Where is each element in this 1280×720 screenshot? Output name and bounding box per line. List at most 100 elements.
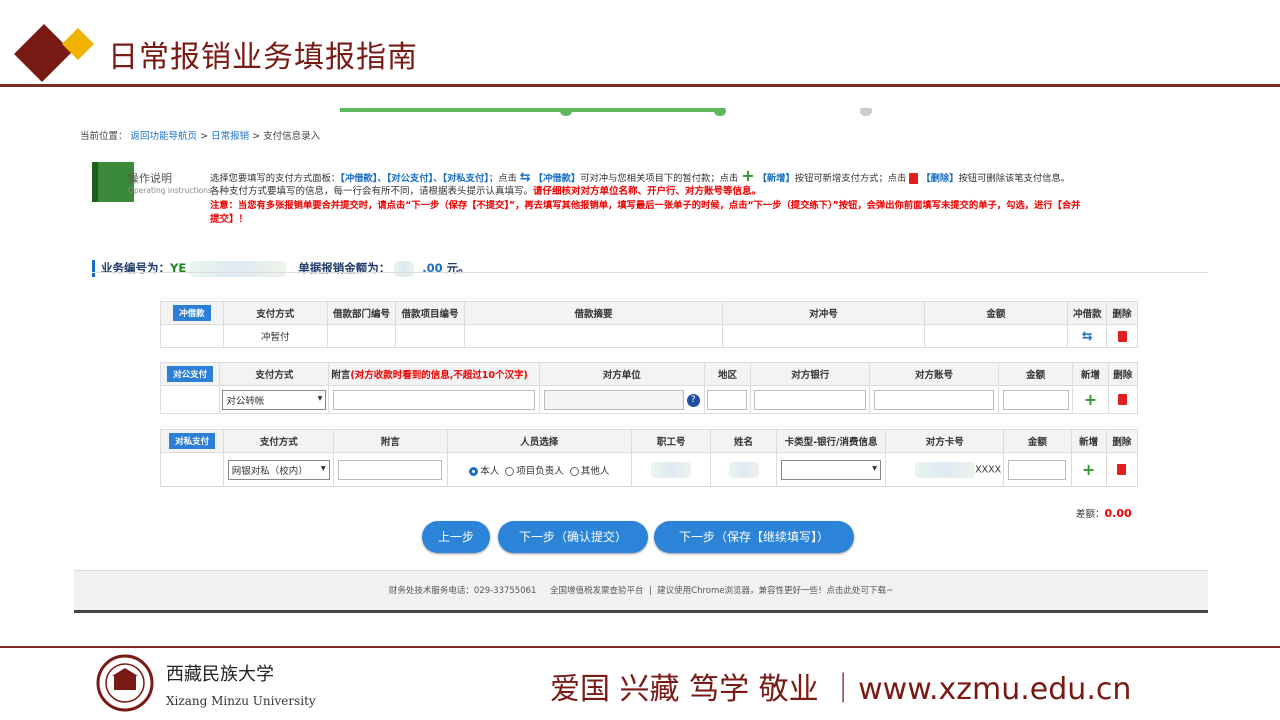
breadcrumb-sep: > — [200, 131, 209, 142]
slide-logo-diamonds — [14, 24, 94, 82]
col-header: 新增 — [1070, 429, 1107, 453]
bank-input[interactable] — [754, 389, 867, 410]
radio-self[interactable] — [469, 466, 479, 476]
col-header: 对方账号 — [869, 362, 999, 386]
amount-input[interactable] — [1002, 389, 1069, 410]
progress-step-dot — [860, 108, 872, 116]
next-save-button[interactable]: 下一步（保存【继续填写】） — [654, 521, 854, 553]
col-header: 对方单位 — [538, 362, 705, 386]
help-line-3: 注意：当您有多张报销单要合并提交时，请点击“下一步（保存【不提交】”，再去填写其… — [210, 200, 1081, 211]
progress-step-dot — [560, 108, 572, 116]
breadcrumb-section-link[interactable]: 日常报销 — [211, 131, 249, 142]
private-tag[interactable]: 对私支付 — [169, 433, 216, 449]
breadcrumb-home-link[interactable]: 返回功能导航页 — [131, 131, 198, 142]
chevron-down-icon: ▾ — [320, 462, 326, 474]
card-tail: XXXX — [975, 464, 1002, 475]
table-row: 冲暂付 ⇆ — [160, 324, 1138, 348]
col-header: 删除 — [1105, 429, 1139, 453]
difference: 差额：0.00 — [1076, 507, 1132, 520]
memo-hint: (对方收款时看到的信息,不超过10个汉字) — [350, 370, 528, 381]
col-header: 姓名 — [710, 429, 777, 453]
help-line-2: 各种支付方式要填写的信息，每一行会有所不同，请根据表头提示认真填写。请仔细核对对… — [210, 186, 762, 197]
page-footer: 财务处技术服务电话：029-33755061 全国增值税发票查验平台 | 建议使… — [74, 570, 1208, 610]
col-header: 卡类型-银行/消费信息 — [775, 429, 887, 453]
col-header: 金额 — [1003, 429, 1072, 453]
region-input[interactable] — [707, 389, 748, 410]
university-english-name: Xizang Minzu University — [166, 694, 316, 708]
radio-other[interactable] — [569, 466, 579, 476]
chevron-down-icon: ▾ — [872, 462, 878, 474]
account-input[interactable] — [873, 389, 994, 410]
col-header-memo: 附言(对方收款时看到的信息,不超过10个汉字) — [328, 362, 540, 386]
breadcrumb: 当前位置： 返回功能导航页 > 日常报销 > 支付信息录入 — [80, 128, 320, 142]
col-header: 地区 — [703, 362, 752, 386]
radio-self-label: 本人 — [480, 465, 500, 477]
col-header: 删除 — [1107, 362, 1139, 386]
breadcrumb-current: 支付信息录入 — [263, 131, 321, 142]
col-header: 对冲号 — [722, 301, 925, 325]
card-type-select[interactable]: ▾ — [781, 459, 882, 480]
redacted-number — [190, 260, 287, 277]
col-header: 冲借款 — [1067, 301, 1108, 325]
table-row: 网银对私（校内） ▾ 本人 项目负责人 其他人 ▾ XXXX + — [159, 452, 1139, 487]
breadcrumb-prefix: 当前位置： — [80, 131, 128, 142]
col-header: 金额 — [997, 362, 1074, 386]
redacted-staff-id — [651, 461, 692, 478]
delete-icon[interactable] — [1117, 464, 1127, 475]
counterparty-input[interactable] — [543, 389, 684, 410]
col-header: 人员选择 — [446, 429, 632, 453]
university-seal-icon — [96, 654, 154, 712]
slogan: 爱国 兴藏 笃学 敬业 ｜www.xzmu.edu.cn — [550, 672, 1132, 707]
col-header: 金额 — [923, 301, 1069, 325]
breadcrumb-sep: > — [252, 131, 261, 142]
difference-value: 0.00 — [1104, 507, 1132, 520]
footer-browser-link[interactable]: 建议使用Chrome浏览器，兼容性更好一些！点击此处可下载~ — [657, 586, 893, 596]
table-row: 对公转帐 ▾ ? + — [159, 385, 1139, 414]
add-icon[interactable]: + — [1082, 460, 1095, 479]
finance-system-screenshot: 当前位置： 返回功能导航页 > 日常报销 > 支付信息录入 操作说明 Opera… — [74, 108, 1208, 613]
redacted-amount — [394, 260, 415, 277]
add-icon[interactable]: + — [1084, 390, 1097, 409]
col-header: 附言 — [333, 429, 448, 453]
trash-icon — [909, 173, 919, 184]
private-memo-input[interactable] — [338, 459, 443, 480]
radio-leader[interactable] — [505, 466, 515, 476]
public-method-select[interactable]: 对公转帐 ▾ — [222, 389, 327, 410]
col-header: 职工号 — [630, 429, 712, 453]
prev-step-button[interactable]: 上一步 — [422, 521, 490, 553]
question-icon[interactable]: ? — [686, 394, 700, 407]
step-progress — [340, 108, 900, 116]
next-submit-button[interactable]: 下一步（确认提交） — [498, 521, 648, 553]
col-header: 对方卡号 — [885, 429, 1005, 453]
col-header: 对方银行 — [750, 362, 871, 386]
progress-step-dot — [714, 108, 726, 116]
loan-offset-table: 冲借款 支付方式 借款部门编号 借款项目编号 借款摘要 对冲号 金额 冲借款 删… — [160, 301, 1138, 348]
offset-swap-icon[interactable]: ⇆ — [1082, 329, 1093, 344]
progress-fill — [340, 108, 720, 112]
redacted-card — [915, 461, 976, 478]
delete-icon[interactable] — [1118, 394, 1128, 405]
chevron-down-icon: ▾ — [317, 392, 323, 404]
radio-leader-label: 项目负责人 — [516, 465, 564, 477]
public-memo-input[interactable] — [333, 389, 536, 410]
redacted-name — [728, 461, 759, 478]
footer-platform-link[interactable]: 全国增值税发票查验平台 — [550, 586, 644, 596]
university-name: 西藏民族大学 — [166, 664, 274, 685]
col-header: 支付方式 — [222, 301, 328, 325]
private-amount-input[interactable] — [1008, 459, 1067, 480]
col-header: 支付方式 — [219, 362, 330, 386]
col-header: 删除 — [1106, 301, 1138, 325]
col-header: 借款部门编号 — [326, 301, 397, 325]
col-header: 支付方式 — [223, 429, 335, 453]
help-title: 操作说明 — [128, 172, 172, 185]
business-info: 业务编号为：YE 单据报销金额为： .00 元。 — [92, 260, 470, 277]
public-tag[interactable]: 对公支付 — [167, 366, 214, 382]
col-header: 借款项目编号 — [395, 301, 465, 325]
loan-tag[interactable]: 冲借款 — [173, 305, 211, 321]
loan-method: 冲暂付 — [222, 324, 328, 348]
delete-icon[interactable] — [1117, 330, 1127, 342]
footer-divider — [0, 646, 1280, 648]
col-header: 借款摘要 — [463, 301, 724, 325]
private-method-select[interactable]: 网银对私（校内） ▾ — [227, 459, 330, 480]
private-payment-table: 对私支付 支付方式 附言 人员选择 职工号 姓名 卡类型-银行/消费信息 对方卡… — [159, 429, 1139, 487]
